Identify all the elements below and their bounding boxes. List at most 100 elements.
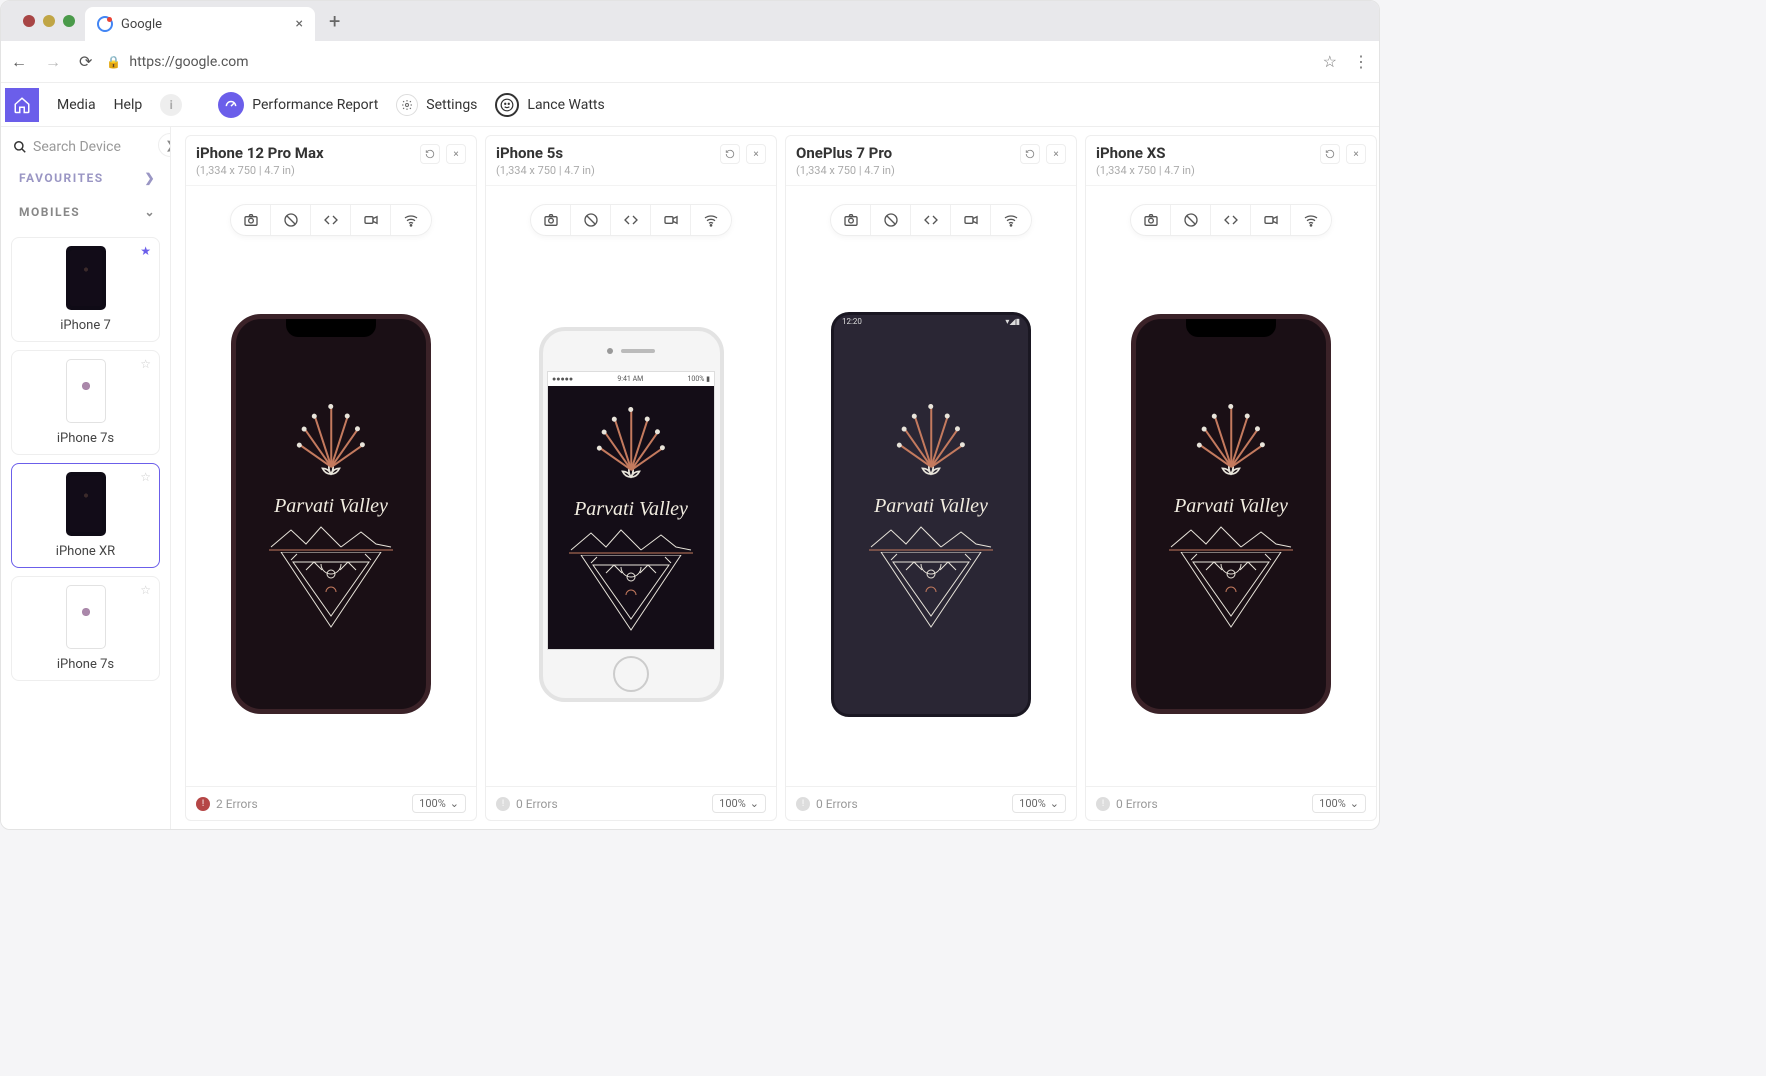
- rotate-button[interactable]: [420, 144, 440, 164]
- error-count: 0 Errors: [1116, 797, 1158, 811]
- error-badge-icon: !: [796, 797, 810, 811]
- user-name: Lance Watts: [527, 97, 604, 113]
- close-window-icon[interactable]: [23, 15, 35, 27]
- record-button[interactable]: [351, 205, 391, 235]
- record-button[interactable]: [651, 205, 691, 235]
- record-button[interactable]: [951, 205, 991, 235]
- close-panel-button[interactable]: ×: [1046, 144, 1066, 164]
- search-device[interactable]: Search Device: [9, 133, 162, 161]
- error-badge-icon: !: [1096, 797, 1110, 811]
- phone-screen[interactable]: ●●●●●9:41 AM100% ▮ Parvati Valley: [547, 371, 715, 650]
- wifi-icon: [1003, 212, 1019, 228]
- zoom-select[interactable]: 100%⌄: [712, 794, 766, 813]
- sidebar: Search Device ❯ FAVOURITES ❯ MOBILES ⌄ ★…: [1, 127, 171, 829]
- screenshot-button[interactable]: [831, 205, 871, 235]
- chevron-right-icon: ❯: [144, 171, 156, 185]
- zoom-select[interactable]: 100%⌄: [1312, 794, 1366, 813]
- network-button[interactable]: [691, 205, 731, 235]
- app-bar: Media Help i Performance Report Settings…: [1, 83, 1379, 127]
- phone-frame-android: 12:20▾◢▮ Parvati Valley: [831, 312, 1031, 717]
- device-card[interactable]: ★ iPhone 7: [11, 237, 160, 342]
- browser-tab[interactable]: Google ×: [85, 7, 315, 41]
- phone-area: ●●●●●9:41 AM100% ▮ Parvati Valley: [486, 242, 776, 786]
- devtools-button[interactable]: [911, 205, 951, 235]
- reload-icon[interactable]: ⟳: [79, 52, 92, 71]
- wallpaper-logo: Parvati Valley: [866, 397, 996, 632]
- panel-title: iPhone XS: [1096, 144, 1195, 162]
- device-card[interactable]: ☆ iPhone XR: [11, 463, 160, 568]
- back-icon[interactable]: ←: [11, 52, 27, 72]
- network-button[interactable]: [391, 205, 431, 235]
- performance-report-button[interactable]: Performance Report: [218, 92, 378, 118]
- record-button[interactable]: [1251, 205, 1291, 235]
- maximize-window-icon[interactable]: [63, 15, 75, 27]
- screenshot-button[interactable]: [531, 205, 571, 235]
- rotate-button[interactable]: [1020, 144, 1040, 164]
- device-list: ★ iPhone 7 ☆ iPhone 7s ☆ iPhone XR ☆ iPh…: [9, 237, 162, 681]
- zoom-select[interactable]: 100%⌄: [412, 794, 466, 813]
- block-button[interactable]: [871, 205, 911, 235]
- rotate-icon: [425, 149, 435, 159]
- settings-button[interactable]: Settings: [396, 94, 477, 116]
- new-tab-button[interactable]: +: [315, 9, 354, 33]
- network-button[interactable]: [991, 205, 1031, 235]
- screenshot-button[interactable]: [1131, 205, 1171, 235]
- video-icon: [1263, 212, 1279, 228]
- rotate-button[interactable]: [720, 144, 740, 164]
- panel-footer: ! 2 Errors 100%⌄: [186, 786, 476, 820]
- browser-menu-icon[interactable]: ⋮: [1353, 52, 1369, 71]
- video-icon: [363, 212, 379, 228]
- block-button[interactable]: [571, 205, 611, 235]
- home-button-ring[interactable]: [613, 656, 649, 692]
- favourite-star-icon[interactable]: ☆: [140, 583, 151, 597]
- code-icon: [323, 212, 339, 228]
- window-controls[interactable]: [13, 15, 85, 27]
- close-panel-button[interactable]: ×: [746, 144, 766, 164]
- tab-title: Google: [121, 17, 162, 32]
- code-icon: [923, 212, 939, 228]
- network-button[interactable]: [1291, 205, 1331, 235]
- user-menu[interactable]: Lance Watts: [495, 93, 604, 117]
- gear-icon: [396, 94, 418, 116]
- panel-title: iPhone 12 Pro Max: [196, 144, 324, 162]
- bookmark-star-icon[interactable]: ☆: [1323, 52, 1337, 71]
- url-field[interactable]: 🔒 https://google.com: [106, 54, 1308, 70]
- menu-media[interactable]: Media: [57, 97, 96, 113]
- device-label: iPhone 7s: [57, 431, 114, 446]
- panel-header: OnePlus 7 Pro (1,334 x 750 | 4.7 in) ×: [786, 136, 1076, 186]
- block-button[interactable]: [271, 205, 311, 235]
- zoom-value: 100%: [419, 797, 446, 810]
- info-pill-icon[interactable]: i: [160, 94, 182, 116]
- phone-area: Parvati Valley: [186, 242, 476, 786]
- favourite-star-icon[interactable]: ★: [140, 244, 151, 258]
- rotate-icon: [1025, 149, 1035, 159]
- forward-icon[interactable]: →: [45, 52, 61, 72]
- devtools-button[interactable]: [1211, 205, 1251, 235]
- url-text: https://google.com: [129, 54, 248, 70]
- triangle-emblem-icon: [571, 555, 691, 635]
- main-area: Search Device ❯ FAVOURITES ❯ MOBILES ⌄ ★…: [1, 127, 1379, 829]
- device-card[interactable]: ☆ iPhone 7s: [11, 350, 160, 455]
- mobiles-label: MOBILES: [19, 205, 80, 219]
- minimize-window-icon[interactable]: [43, 15, 55, 27]
- screenshot-button[interactable]: [231, 205, 271, 235]
- zoom-select[interactable]: 100%⌄: [1012, 794, 1066, 813]
- devtools-button[interactable]: [311, 205, 351, 235]
- home-button[interactable]: [5, 88, 39, 122]
- devtools-button[interactable]: [611, 205, 651, 235]
- mountains-icon: [1166, 522, 1296, 552]
- menu-help[interactable]: Help: [114, 97, 143, 113]
- favourite-star-icon[interactable]: ☆: [140, 470, 151, 484]
- sidebar-group-mobiles[interactable]: MOBILES ⌄: [9, 195, 162, 229]
- wallpaper-brand: Parvati Valley: [574, 498, 688, 521]
- rotate-button[interactable]: [1320, 144, 1340, 164]
- search-placeholder: Search Device: [33, 139, 121, 155]
- address-bar: ← → ⟳ 🔒 https://google.com ☆ ⋮: [1, 41, 1379, 83]
- close-panel-button[interactable]: ×: [1346, 144, 1366, 164]
- close-tab-icon[interactable]: ×: [296, 16, 303, 32]
- sidebar-group-favourites[interactable]: FAVOURITES ❯: [9, 161, 162, 195]
- favourite-star-icon[interactable]: ☆: [140, 357, 151, 371]
- block-button[interactable]: [1171, 205, 1211, 235]
- device-card[interactable]: ☆ iPhone 7s: [11, 576, 160, 681]
- close-panel-button[interactable]: ×: [446, 144, 466, 164]
